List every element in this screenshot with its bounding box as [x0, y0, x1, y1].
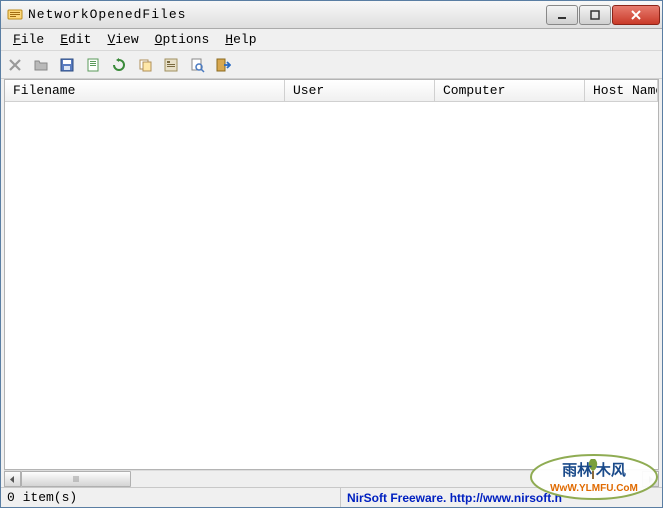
window-title: NetworkOpenedFiles — [28, 7, 546, 22]
scroll-thumb[interactable] — [21, 471, 131, 487]
window-controls — [546, 5, 660, 25]
menu-help[interactable]: Help — [217, 30, 264, 49]
close-button[interactable] — [612, 5, 660, 25]
menu-options[interactable]: Options — [147, 30, 218, 49]
close-file-icon[interactable] — [5, 55, 25, 75]
column-headers: Filename User Computer Host Name — [5, 80, 658, 102]
exit-icon[interactable] — [213, 55, 233, 75]
page-icon[interactable] — [83, 55, 103, 75]
app-window: NetworkOpenedFiles File Edit View Option… — [0, 0, 663, 508]
titlebar[interactable]: NetworkOpenedFiles — [1, 1, 662, 29]
statusbar: 0 item(s) NirSoft Freeware. http://www.n… — [1, 487, 662, 507]
properties-icon[interactable] — [161, 55, 181, 75]
status-count: 0 item(s) — [1, 488, 341, 507]
app-icon — [7, 7, 23, 23]
menu-view[interactable]: View — [99, 30, 146, 49]
open-icon[interactable] — [31, 55, 51, 75]
toolbar — [1, 51, 662, 79]
refresh-icon[interactable] — [109, 55, 129, 75]
copy-icon[interactable] — [135, 55, 155, 75]
menubar: File Edit View Options Help — [1, 29, 662, 51]
menu-edit[interactable]: Edit — [52, 30, 99, 49]
save-icon[interactable] — [57, 55, 77, 75]
list-body[interactable] — [5, 102, 658, 469]
scroll-left-button[interactable] — [4, 471, 21, 487]
scroll-track[interactable] — [21, 471, 642, 487]
column-filename[interactable]: Filename — [5, 80, 285, 101]
status-credit: NirSoft Freeware. http://www.nirsoft.n — [341, 491, 662, 505]
column-hostname[interactable]: Host Name — [585, 80, 658, 101]
scroll-right-button[interactable] — [642, 471, 659, 487]
column-user[interactable]: User — [285, 80, 435, 101]
minimize-button[interactable] — [546, 5, 578, 25]
horizontal-scrollbar[interactable] — [4, 470, 659, 487]
menu-file[interactable]: File — [5, 30, 52, 49]
find-icon[interactable] — [187, 55, 207, 75]
listview[interactable]: Filename User Computer Host Name — [4, 79, 659, 470]
column-computer[interactable]: Computer — [435, 80, 585, 101]
maximize-button[interactable] — [579, 5, 611, 25]
